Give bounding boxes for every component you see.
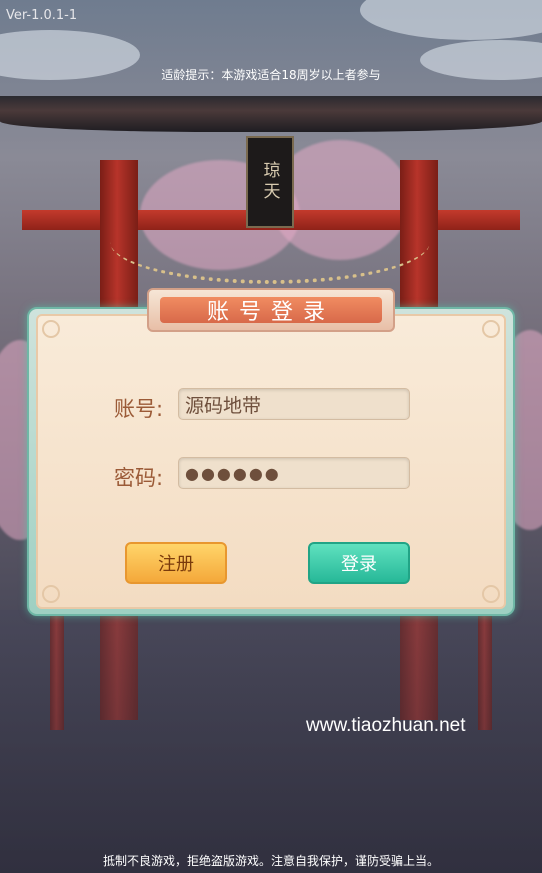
- plaque-text: 琼天: [259, 161, 280, 203]
- version-label: Ver-1.0.1-1: [6, 8, 78, 23]
- anti-addiction-notice: 抵制不良游戏，拒绝盗版游戏。注意自我保护，谨防受骗上当。: [102, 854, 439, 868]
- account-input[interactable]: [178, 388, 410, 420]
- register-button[interactable]: 注册: [125, 542, 227, 584]
- torii-top-beam: [0, 96, 542, 132]
- dialog-title: 账号登录: [206, 300, 335, 325]
- register-button-label: 注册: [158, 554, 194, 575]
- torii-plaque: 琼天: [246, 136, 294, 228]
- watermark-text: www.tiaozhuan.net: [306, 715, 466, 736]
- dialog-title-bar: 账号登录: [147, 288, 395, 332]
- password-input[interactable]: [178, 457, 410, 489]
- password-label: 密码:: [114, 466, 164, 490]
- login-button[interactable]: 登录: [308, 542, 410, 584]
- water-reflection: [0, 610, 542, 873]
- age-notice: 适龄提示：本游戏适合18周岁以上者参与: [161, 68, 381, 82]
- login-button-label: 登录: [341, 554, 377, 575]
- account-label: 账号:: [114, 397, 164, 421]
